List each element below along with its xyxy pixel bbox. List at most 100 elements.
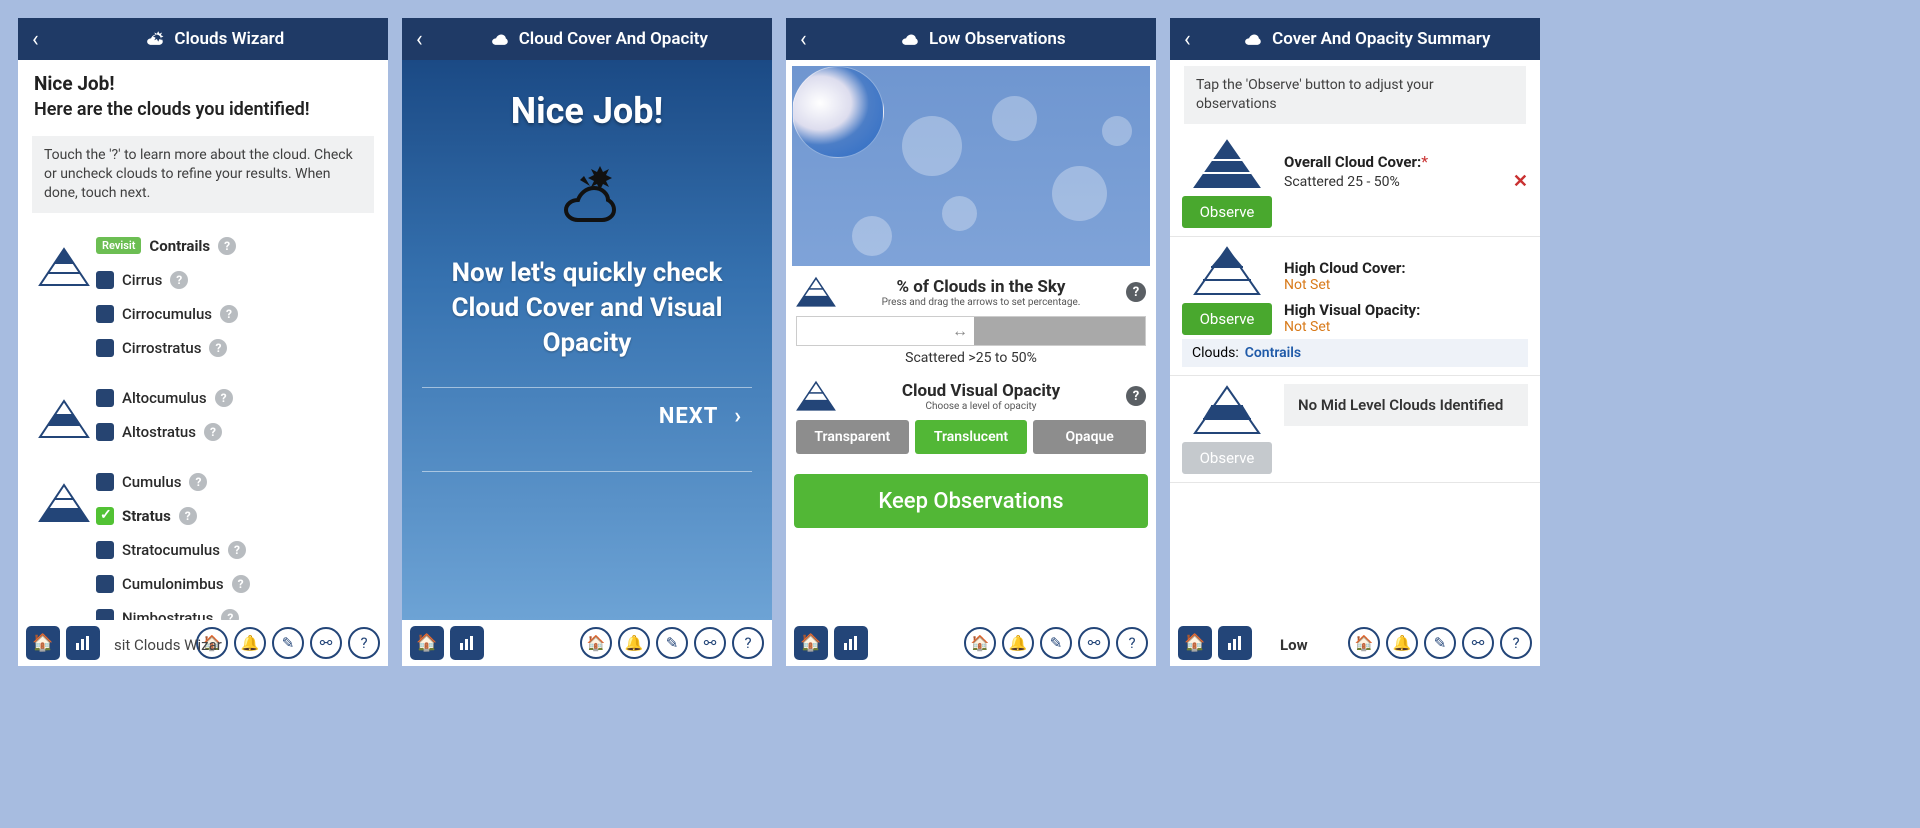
checkbox[interactable] (96, 609, 114, 620)
link-button[interactable]: ⚯ (1078, 627, 1110, 659)
bell-button[interactable]: 🔔 (1386, 627, 1418, 659)
link-button[interactable]: ⚯ (1462, 627, 1494, 659)
help-button[interactable]: ? (732, 627, 764, 659)
link-button[interactable]: ⚯ (694, 627, 726, 659)
help-button[interactable]: ? (348, 627, 380, 659)
checkbox[interactable] (96, 423, 114, 441)
checkbox[interactable] (96, 473, 114, 491)
wand-button[interactable]: ✎ (1424, 627, 1456, 659)
cloud-row[interactable]: Cirrostratus ? (96, 331, 374, 365)
keep-observations-button[interactable]: Keep Observations (794, 474, 1148, 528)
cloud-row[interactable]: Revisit Contrails ? (96, 229, 374, 263)
home-button[interactable]: 🏠 (1178, 626, 1212, 660)
home-circle-button[interactable]: 🏠 (1348, 627, 1380, 659)
back-button[interactable]: ‹ (1178, 27, 1197, 52)
wand-button[interactable]: ✎ (1040, 627, 1072, 659)
back-button[interactable]: ‹ (410, 27, 429, 52)
checkbox[interactable] (96, 575, 114, 593)
cloud-row[interactable]: Altostratus ? (96, 415, 374, 449)
help-icon[interactable]: ? (189, 473, 207, 491)
link-button[interactable]: ⚯ (310, 627, 342, 659)
cloud-row[interactable]: Cumulus ? (96, 465, 374, 499)
wand-cloud-icon (140, 28, 166, 50)
bottom-bar: 🏠 Low 🏠 🔔 ✎ ⚯ ? (1170, 620, 1540, 666)
cloud-row[interactable]: Cumulonimbus ? (96, 567, 374, 601)
home-button[interactable]: 🏠 (26, 626, 60, 660)
opacity-transparent-button[interactable]: Transparent (796, 420, 909, 454)
help-icon[interactable]: ? (170, 271, 188, 289)
home-circle-button[interactable]: 🏠 (964, 627, 996, 659)
cloud-row[interactable]: Stratocumulus ? (96, 533, 374, 567)
opacity-sub: Choose a level of opacity (846, 401, 1116, 412)
high-opacity-value: Not Set (1284, 319, 1528, 335)
cloud-row[interactable]: Stratus ? (96, 499, 374, 533)
revisit-badge[interactable]: Revisit (96, 237, 141, 254)
cloud-photo-thumbnail[interactable] (792, 66, 884, 158)
triangle-mid-icon (1192, 384, 1262, 436)
content: % of Clouds in the Sky Press and drag th… (786, 60, 1156, 620)
screen-cover-opacity-intro: ‹ Cloud Cover And Opacity Nice Job! Now … (402, 18, 772, 666)
help-icon[interactable]: ? (215, 389, 233, 407)
home-button[interactable]: 🏠 (794, 626, 828, 660)
wand-button[interactable]: ✎ (656, 627, 688, 659)
help-icon[interactable]: ? (220, 305, 238, 323)
observe-button[interactable]: Observe (1182, 303, 1272, 335)
observe-button[interactable]: Observe (1182, 196, 1272, 228)
pct-slider[interactable]: ↔ (796, 316, 1146, 346)
wand-cloud-icon (895, 28, 921, 50)
wand-button[interactable]: ✎ (272, 627, 304, 659)
triangle-low-icon (32, 465, 96, 523)
chart-button[interactable] (834, 626, 868, 660)
chart-button[interactable] (1218, 626, 1252, 660)
cloud-tag[interactable]: Contrails (1245, 345, 1301, 361)
help-icon[interactable]: ? (218, 237, 236, 255)
cloud-row[interactable]: Nimbostratus ? (96, 601, 374, 620)
cloud-name: Cumulus (122, 473, 181, 491)
help-icon[interactable]: ? (221, 609, 239, 620)
checkbox[interactable] (96, 339, 114, 357)
home-button[interactable]: 🏠 (410, 626, 444, 660)
bell-button[interactable]: 🔔 (234, 627, 266, 659)
chart-button[interactable] (450, 626, 484, 660)
help-icon[interactable]: ? (232, 575, 250, 593)
back-button[interactable]: ‹ (26, 27, 45, 52)
bell-button[interactable]: 🔔 (1002, 627, 1034, 659)
header-title: Clouds Wizard (45, 28, 380, 50)
bell-button[interactable]: 🔔 (618, 627, 650, 659)
drag-handle-icon[interactable]: ↔ (952, 321, 968, 341)
cloud-name: Nimbostratus (122, 609, 213, 620)
cloud-name: Stratus (122, 507, 171, 525)
help-icon[interactable]: ? (228, 541, 246, 559)
checkbox[interactable] (96, 271, 114, 289)
help-icon[interactable]: ? (209, 339, 227, 357)
clear-icon[interactable]: ✕ (1513, 171, 1528, 192)
help-button[interactable]: ? (1116, 627, 1148, 659)
home-circle-button[interactable]: 🏠 (580, 627, 612, 659)
wand-cloud-icon (1238, 28, 1264, 50)
cloud-row[interactable]: Altocumulus ? (96, 381, 374, 415)
chart-button[interactable] (66, 626, 100, 660)
checkbox[interactable] (96, 507, 114, 525)
checkbox[interactable] (96, 305, 114, 323)
back-button[interactable]: ‹ (794, 27, 813, 52)
checkbox[interactable] (96, 389, 114, 407)
triangle-low-icon (796, 276, 836, 308)
help-icon[interactable]: ? (179, 507, 197, 525)
checkbox[interactable] (96, 541, 114, 559)
help-button[interactable]: ? (1500, 627, 1532, 659)
cloud-name: Contrails (149, 237, 210, 255)
content: Nice Job! Here are the clouds you identi… (18, 60, 388, 620)
help-icon[interactable]: ? (1126, 282, 1146, 302)
opacity-translucent-button[interactable]: Translucent (915, 420, 1028, 454)
help-icon[interactable]: ? (204, 423, 222, 441)
nice-job: Nice Job! (511, 90, 664, 132)
help-icon[interactable]: ? (1126, 386, 1146, 406)
next-button[interactable]: NEXT › (422, 388, 752, 445)
clouds-row: Clouds: Contrails (1182, 339, 1528, 367)
cloud-row[interactable]: Cirrocumulus ? (96, 297, 374, 331)
cloud-group-low: Cumulus ? Stratus ? Stratocumulus ? Cumu… (18, 455, 388, 620)
mid-group: Observe No Mid Level Clouds Identified (1170, 376, 1540, 483)
opacity-opaque-button[interactable]: Opaque (1033, 420, 1146, 454)
cloud-row[interactable]: Cirrus ? (96, 263, 374, 297)
cloud-name: Cumulonimbus (122, 575, 224, 593)
